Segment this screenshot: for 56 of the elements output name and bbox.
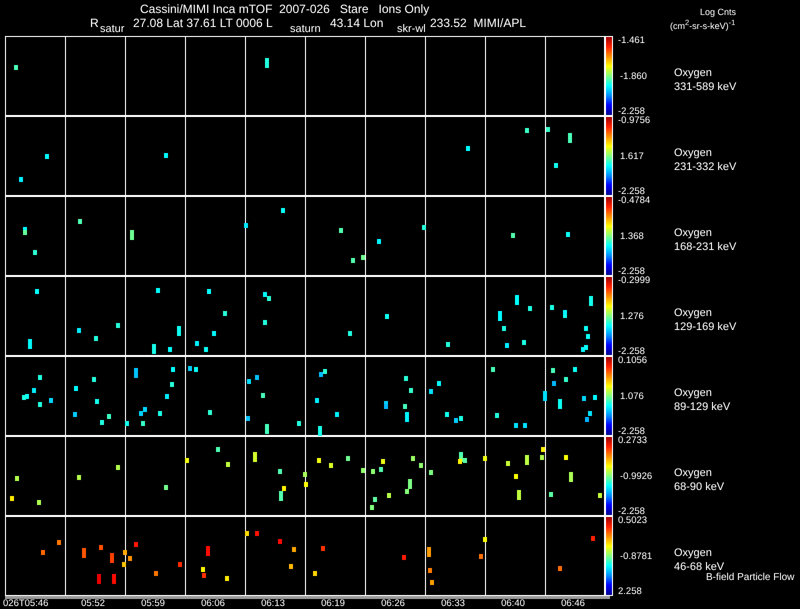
time-tick-label: 06:40: [500, 599, 526, 609]
scale-min-value: -2.258: [618, 187, 645, 196]
energy-range-label: 168-231 keV: [674, 240, 736, 254]
energy-range-label: 129-169 keV: [674, 320, 736, 334]
species-label: Oxygen: [674, 386, 713, 400]
scale-min-value: -2.258: [618, 507, 645, 516]
species-label: Oxygen: [674, 66, 713, 80]
species-label: Oxygen: [674, 306, 713, 320]
scale-mid-value: 1.276: [619, 312, 645, 320]
scale-min-value: -2.258: [618, 107, 645, 116]
scale-mid-value: -0.9926: [619, 472, 654, 480]
position-label: R: [90, 17, 99, 30]
scale-max-value: -0.9756: [618, 116, 652, 125]
time-tick-label: 06:13: [260, 599, 286, 609]
time-tick-label: 06:26: [380, 599, 406, 609]
event-marker-label: skr-wl: [397, 24, 426, 35]
scale-min-value: -2.258: [618, 347, 645, 356]
species-label: Oxygen: [674, 546, 713, 560]
time-tick-label: 05:52: [80, 599, 106, 609]
energy-range-label: 331-589 keV: [674, 80, 736, 94]
energy-range-label: 231-332 keV: [674, 160, 736, 174]
units-label: Log Cnts: [700, 7, 736, 17]
scale-mid-value: 1.368: [619, 232, 645, 240]
units-text: (cm$^{2}$-sr-s-keV)$^{-1}$: [670, 18, 736, 31]
scale-max-value: -0.2999: [618, 276, 652, 285]
time-tick-label: 06:06: [200, 599, 226, 609]
scale-max-value: -0.4784: [618, 196, 652, 205]
time-tick-label: 06:46: [560, 599, 586, 609]
energy-range-label: 46-68 keV: [674, 560, 724, 573]
species-label: Oxygen: [674, 226, 713, 240]
scale-max-value: 0.1056: [618, 356, 648, 365]
event-marker-label: saturn: [290, 24, 321, 35]
time-tick-label: 06:19: [320, 599, 346, 609]
time-tick-label: 06:33: [440, 599, 466, 609]
species-label: Oxygen: [674, 146, 713, 160]
scale-max-value: 0.2733: [618, 436, 648, 445]
scale-max-value: -1.461: [618, 36, 646, 45]
event-marker-label: satur: [100, 24, 124, 35]
plot-title: Cassini/MIMI Inca mTOF 2007-026 Stare Ions Only: [140, 2, 430, 16]
position-label: 27.08 Lat 37.61 LT 0006 L: [133, 17, 273, 30]
energy-range-label: 89-129 keV: [674, 400, 730, 414]
scale-min-value: -2.258: [618, 427, 645, 436]
scale-mid-value: 1.076: [619, 392, 645, 400]
scale-min-value: -2.258: [618, 267, 645, 276]
position-label: 43.14 Lon: [330, 17, 384, 30]
footnote-label: B-field Particle Flow: [706, 571, 794, 585]
scale-mid-value: -1.860: [619, 72, 648, 80]
scale-max-value: 0.5023: [618, 516, 648, 525]
scale-mid-value: -0.8781: [619, 552, 654, 560]
time-tick-label: 026T05:46: [2, 599, 50, 609]
time-tick-label: 05:59: [140, 599, 166, 609]
position-label: 233.52 MIMI/APL: [430, 17, 526, 30]
energy-range-label: 68-90 keV: [674, 480, 724, 494]
scale-min-value: 2.258: [618, 587, 643, 596]
species-label: Oxygen: [674, 466, 713, 480]
scale-mid-value: 1.617: [619, 152, 645, 160]
